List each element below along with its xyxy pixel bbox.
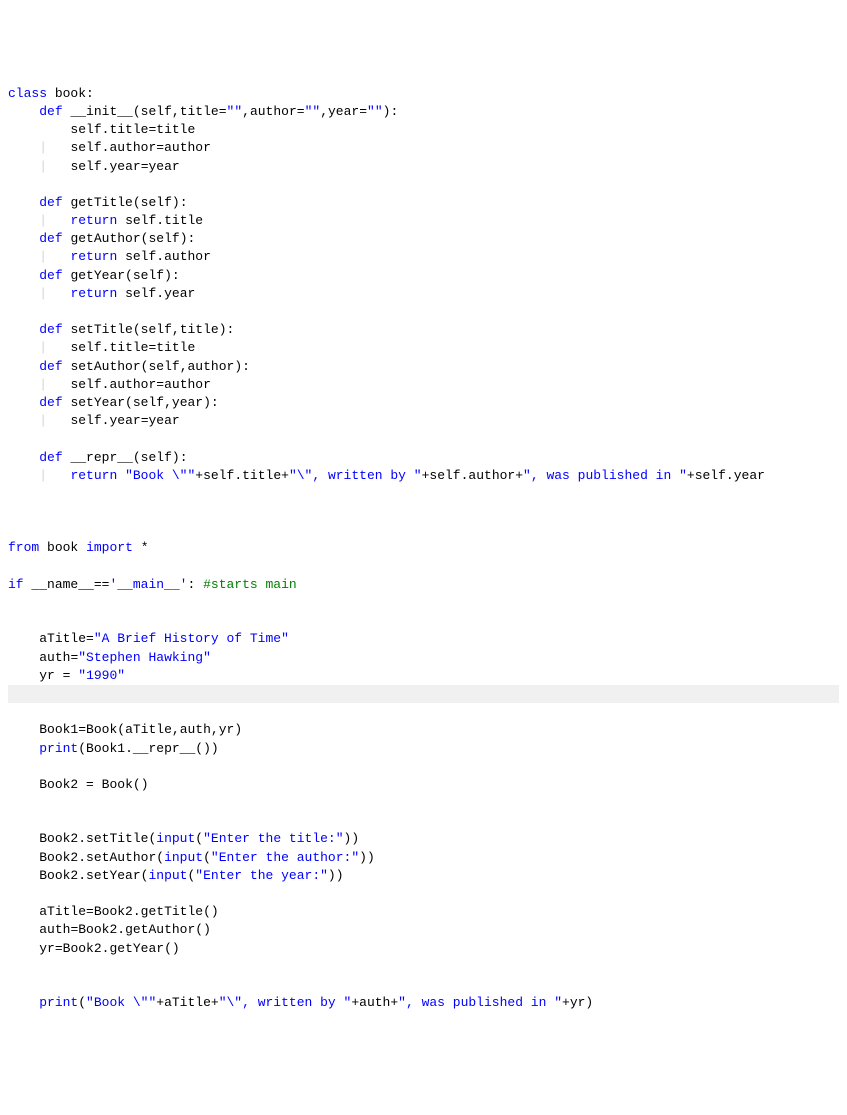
string-author: "Stephen Hawking" [78, 650, 211, 665]
keyword-def: def [39, 104, 62, 119]
keyword-from: from [8, 540, 39, 555]
keyword-if: if [8, 577, 24, 592]
cursor-line [8, 685, 839, 703]
method-setAuthor: setAuthor [70, 359, 140, 374]
comment-main: #starts main [203, 577, 297, 592]
keyword-import: import [86, 540, 133, 555]
builtin-input: input [156, 831, 195, 846]
string-title: "A Brief History of Time" [94, 631, 289, 646]
class-name: book [55, 86, 86, 101]
method-getTitle: getTitle [70, 195, 132, 210]
method-setYear: setYear [70, 395, 125, 410]
method-init: __init__ [70, 104, 132, 119]
method-getYear: getYear [70, 268, 125, 283]
method-repr: __repr__ [70, 450, 132, 465]
method-setTitle: setTitle [70, 322, 132, 337]
code-block: class book: def __init__(self,title="",a… [8, 85, 839, 1013]
string-year: "1990" [78, 668, 125, 683]
builtin-print: print [39, 741, 78, 756]
method-getAuthor: getAuthor [70, 231, 140, 246]
keyword-class: class [8, 86, 47, 101]
